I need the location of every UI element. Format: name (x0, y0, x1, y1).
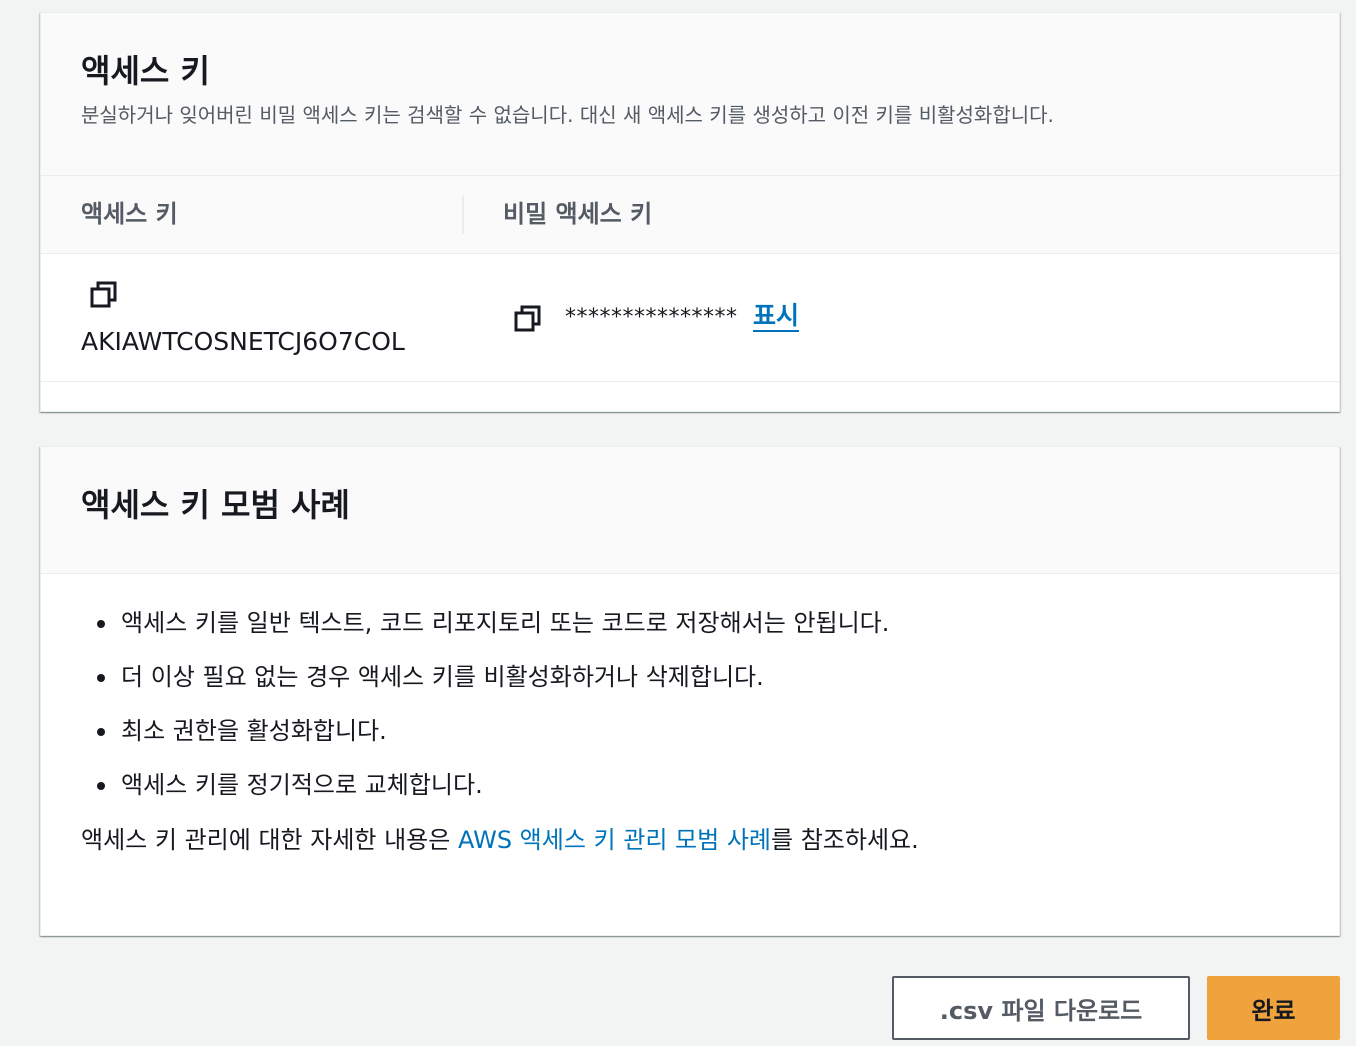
list-item-text: 최소 권한을 활성화합니다. (121, 717, 387, 745)
download-csv-button[interactable]: .csv 파일 다운로드 (892, 976, 1190, 1040)
list-item: 액세스 키를 정기적으로 교체합니다. (81, 758, 1299, 812)
list-item: 액세스 키를 일반 텍스트, 코드 리포지토리 또는 코드로 저장해서는 안됩니… (81, 596, 1299, 650)
access-key-header: 액세스 키 분실하거나 잊어버린 비밀 액세스 키는 검색할 수 없습니다. 대… (41, 13, 1339, 176)
list-item-text: 액세스 키를 정기적으로 교체합니다. (121, 771, 483, 799)
copy-icon[interactable] (513, 304, 543, 334)
column-header-secret-key: 비밀 액세스 키 (503, 200, 653, 228)
best-practices-panel: 액세스 키 모범 사례 액세스 키를 일반 텍스트, 코드 리포지토리 또는 코… (40, 446, 1340, 936)
access-key-panel: 액세스 키 분실하거나 잊어버린 비밀 액세스 키는 검색할 수 없습니다. 대… (40, 12, 1340, 412)
secret-key-masked: *************** (565, 305, 738, 330)
reference-suffix: 를 참조하세요. (771, 826, 919, 854)
reference-prefix: 액세스 키 관리에 대한 자세한 내용은 (81, 826, 458, 854)
access-key-description: 분실하거나 잊어버린 비밀 액세스 키는 검색할 수 없습니다. 대신 새 액세… (81, 103, 1054, 127)
best-practices-header: 액세스 키 모범 사례 (41, 447, 1339, 574)
best-practices-title: 액세스 키 모범 사례 (81, 486, 350, 524)
done-button[interactable]: 완료 (1207, 976, 1340, 1040)
table-row: AKIAWTCOSNETCJ6O7COL *************** 표시 (41, 254, 1339, 382)
column-header-access-key: 액세스 키 (81, 200, 178, 228)
best-practices-link[interactable]: AWS 액세스 키 관리 모범 사례 (458, 826, 771, 854)
show-secret-link[interactable]: 표시 (753, 298, 799, 334)
access-key-title: 액세스 키 (81, 52, 210, 90)
copy-icon[interactable] (89, 280, 119, 310)
keys-table-header: 액세스 키 비밀 액세스 키 (41, 176, 1339, 254)
list-item: 최소 권한을 활성화합니다. (81, 704, 1299, 758)
list-item-text: 더 이상 필요 없는 경우 액세스 키를 비활성화하거나 삭제합니다. (121, 663, 764, 691)
reference-text: 액세스 키 관리에 대한 자세한 내용은 AWS 액세스 키 관리 모범 사례를… (81, 822, 1299, 858)
access-key-id: AKIAWTCOSNETCJ6O7COL (81, 327, 405, 356)
best-practices-list: 액세스 키를 일반 텍스트, 코드 리포지토리 또는 코드로 저장해서는 안됩니… (81, 596, 1299, 812)
list-item-text: 액세스 키를 일반 텍스트, 코드 리포지토리 또는 코드로 저장해서는 안됩니… (121, 609, 890, 637)
list-item: 더 이상 필요 없는 경우 액세스 키를 비활성화하거나 삭제합니다. (81, 650, 1299, 704)
column-divider (462, 196, 464, 234)
best-practices-body: 액세스 키를 일반 텍스트, 코드 리포지토리 또는 코드로 저장해서는 안됩니… (41, 574, 1339, 858)
